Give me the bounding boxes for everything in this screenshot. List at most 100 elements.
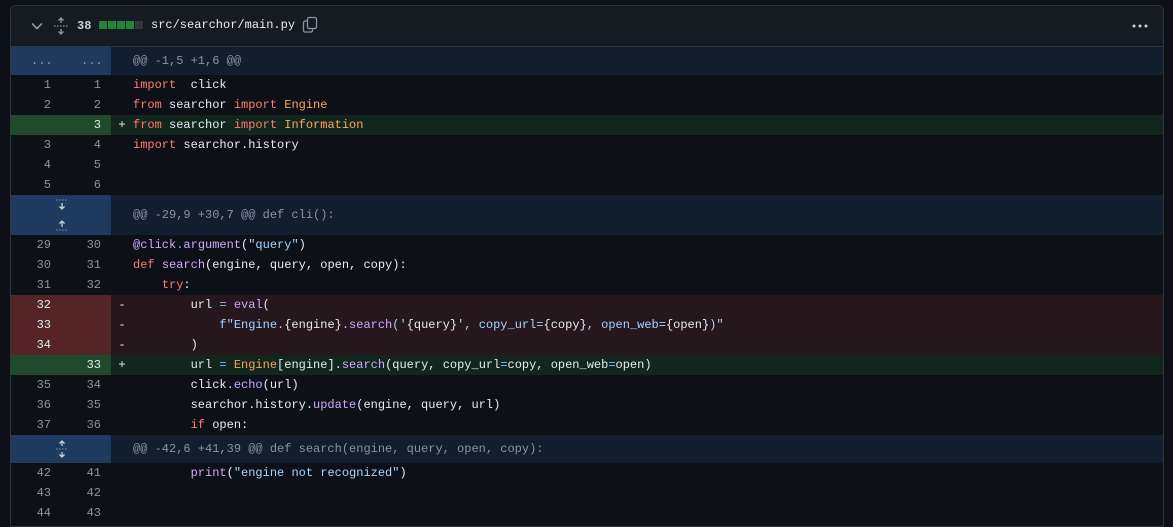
hunk-text: @@ -29,9 +30,7 @@ def cli(): (133, 208, 335, 222)
code-token: ) (298, 238, 306, 252)
new-line-number[interactable]: 33 (61, 355, 111, 375)
code-token: eval (233, 298, 263, 312)
new-line-number[interactable]: 6 (61, 175, 111, 195)
old-line-number[interactable]: 1 (11, 75, 61, 95)
expand-up-down-icon[interactable] (55, 199, 69, 231)
code-token: from (133, 98, 162, 112)
old-line-number[interactable]: 33 (11, 315, 61, 335)
diff-marker (111, 375, 133, 395)
code-token: "engine not recognized" (233, 466, 400, 480)
old-line-number[interactable] (11, 115, 61, 135)
old-line-number[interactable]: 37 (11, 415, 61, 435)
new-line-number[interactable]: 32 (61, 275, 111, 295)
code-token: click (176, 78, 227, 92)
code-token: from (133, 118, 162, 132)
old-line-number[interactable] (11, 355, 61, 375)
code-token: [engine]. (277, 358, 342, 372)
expand-all-icon[interactable] (53, 17, 69, 35)
file-path[interactable]: src/searchor/main.py (151, 18, 295, 32)
diff-marker (111, 275, 133, 295)
diff-marker (111, 463, 133, 483)
new-line-number[interactable]: 3 (61, 115, 111, 135)
new-line-number[interactable]: 43 (61, 503, 111, 523)
diffstat-square (126, 21, 134, 29)
old-line-number[interactable]: 34 (11, 335, 61, 355)
diff-marker (111, 415, 133, 435)
old-line-number[interactable]: 44 (11, 503, 61, 523)
hunk-expander[interactable]: ... ... (11, 47, 111, 75)
new-line-number[interactable]: 2 (61, 95, 111, 115)
code-token: (url) (262, 378, 299, 392)
code-token: (engine, query, open, copy): (205, 258, 407, 272)
copy-icon[interactable] (302, 16, 318, 34)
old-line-number[interactable]: 3 (11, 135, 61, 155)
new-line-number[interactable]: 35 (61, 395, 111, 415)
hunk-text: @@ -42,6 +41,39 @@ def search(engine, qu… (133, 442, 544, 456)
old-line-number[interactable]: 30 (11, 255, 61, 275)
chevron-down-icon[interactable] (29, 18, 45, 34)
diffstat-square (108, 21, 116, 29)
code-token: print (190, 466, 227, 480)
new-line-number[interactable]: 30 (61, 235, 111, 255)
code-token: echo (233, 378, 263, 392)
old-line-number[interactable]: 42 (11, 463, 61, 483)
context-line: 56 (11, 175, 1163, 195)
context-line: 2 2 from searchor import Engine (11, 95, 1163, 115)
diff-marker: - (118, 298, 126, 312)
new-line-number[interactable]: 41 (61, 463, 111, 483)
new-line-number[interactable]: 4 (61, 135, 111, 155)
context-line: 37 36 if open: (11, 415, 1163, 435)
diff-marker: - (118, 318, 126, 332)
new-line-number[interactable]: 31 (61, 255, 111, 275)
new-line-number[interactable]: 42 (61, 483, 111, 503)
code-token: def (133, 258, 155, 272)
hunk-header: @@ -42,6 +41,39 @@ def search(engine, qu… (11, 435, 1163, 463)
diff-marker (111, 155, 133, 175)
code-token: if (190, 418, 206, 432)
code-token: copy, open_web (507, 358, 609, 372)
code-token: @click (133, 238, 177, 252)
diff-marker (111, 175, 133, 195)
code-token: (query, copy_url (385, 358, 501, 372)
new-line-number[interactable] (61, 315, 111, 335)
code-token: (engine, query, url) (356, 398, 501, 412)
hunk-expander[interactable] (11, 435, 111, 463)
old-line-number[interactable]: 32 (11, 295, 61, 315)
added-line: 33 + url = Engine[engine].search(query, c… (11, 355, 1163, 375)
hunk-header: ... ... @@ -1,5 +1,6 @@ (11, 47, 1163, 75)
new-line-number[interactable] (61, 295, 111, 315)
diff-marker: + (118, 118, 126, 132)
code-line: def search(engine, query, open, copy): (133, 255, 1163, 275)
diff-marker (111, 75, 133, 95)
old-line-number[interactable]: 35 (11, 375, 61, 395)
new-line-number[interactable]: 36 (61, 415, 111, 435)
old-line-number[interactable]: 29 (11, 235, 61, 255)
code-line: click.echo(url) (133, 375, 1163, 395)
hunk-expander[interactable] (11, 195, 111, 235)
code-token: Engine (284, 98, 328, 112)
new-line-number[interactable]: 5 (61, 155, 111, 175)
diff-marker (111, 395, 133, 415)
code-token: f"Engine. (219, 318, 285, 332)
change-count: 38 (77, 19, 92, 33)
old-line-number[interactable]: 36 (11, 395, 61, 415)
old-line-number[interactable]: 2 (11, 95, 61, 115)
diff-marker (111, 255, 133, 275)
kebab-menu-icon[interactable] (1131, 18, 1149, 34)
new-line-number[interactable]: 1 (61, 75, 111, 95)
code-line: f"Engine.{engine}.search('{query}', copy… (133, 315, 1163, 335)
context-line: 44 43 (11, 503, 1163, 523)
old-line-number[interactable]: 4 (11, 155, 61, 175)
old-line-number[interactable]: 43 (11, 483, 61, 503)
code-token: click. (133, 378, 234, 392)
context-line: 31 32 try: (11, 275, 1163, 295)
new-line-number[interactable]: 34 (61, 375, 111, 395)
context-line: 1 1 import click (11, 75, 1163, 95)
old-line-number[interactable]: 31 (11, 275, 61, 295)
expand-icon[interactable] (55, 440, 69, 458)
context-line: 30 31 def search(engine, query, open, copy… (11, 255, 1163, 275)
old-line-number[interactable]: 5 (11, 175, 61, 195)
new-line-number[interactable] (61, 335, 111, 355)
